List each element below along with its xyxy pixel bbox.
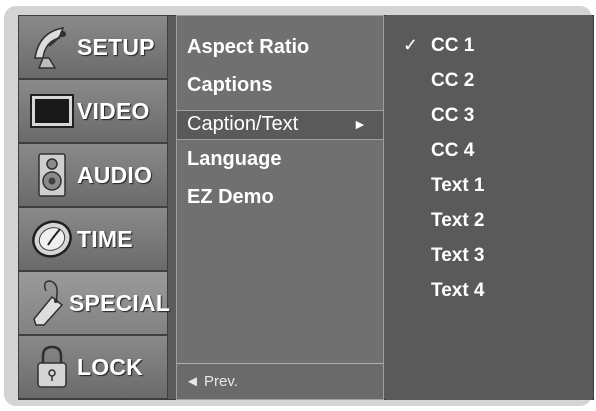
option-text1[interactable]: Text 1 [431,175,485,197]
tab-audio[interactable]: AUDIO [18,143,168,207]
tab-label: AUDIO [77,161,153,188]
clock-icon [27,214,77,264]
prev-label: ◄ Prev. [185,373,238,390]
option-text4[interactable]: Text 4 [431,280,485,302]
menu-item-ez-demo[interactable]: EZ Demo [187,186,274,209]
tab-label: LOCK [77,353,143,380]
option-cc1[interactable]: CC 1 [431,35,474,57]
option-cc2[interactable]: CC 2 [431,70,474,92]
option-text2[interactable]: Text 2 [431,210,485,232]
tab-special[interactable]: SPECIAL [18,271,171,335]
option-cc3[interactable]: CC 3 [431,105,474,127]
tv-screen-icon [27,86,77,136]
option-text3[interactable]: Text 3 [431,245,485,267]
submenu-arrow-icon: ► [353,116,367,132]
prev-button[interactable]: ◄ Prev. [177,363,383,399]
caption-text-submenu: ✓ CC 1 CC 2 CC 3 CC 4 Text 1 Text 2 Text… [386,15,592,400]
tab-label: VIDEO [77,97,150,124]
tab-time[interactable]: TIME [18,207,168,271]
tab-column: SETUP VIDEO AUDIO TIME SPECIAL LOCK [18,15,171,400]
menu-item-language[interactable]: Language [187,148,281,171]
menu-item-captions[interactable]: Captions [187,74,273,97]
tab-label: TIME [77,225,133,252]
tab-video[interactable]: VIDEO [18,79,168,143]
tag-icon [25,278,75,328]
menu-item-aspect-ratio[interactable]: Aspect Ratio [187,36,309,59]
option-cc4[interactable]: CC 4 [431,140,474,162]
menu-item-caption-text[interactable]: Caption/Text [187,113,298,136]
tab-lock[interactable]: LOCK [18,335,168,399]
tab-setup[interactable]: SETUP [18,15,168,79]
special-menu: Aspect Ratio Captions Caption/Text ► Lan… [176,15,384,400]
check-icon: ✓ [403,35,419,55]
tab-label: SETUP [77,33,155,60]
satellite-dish-icon [27,22,77,72]
padlock-icon [27,342,77,392]
tab-label: SPECIAL [69,289,171,316]
speaker-icon [27,150,77,200]
